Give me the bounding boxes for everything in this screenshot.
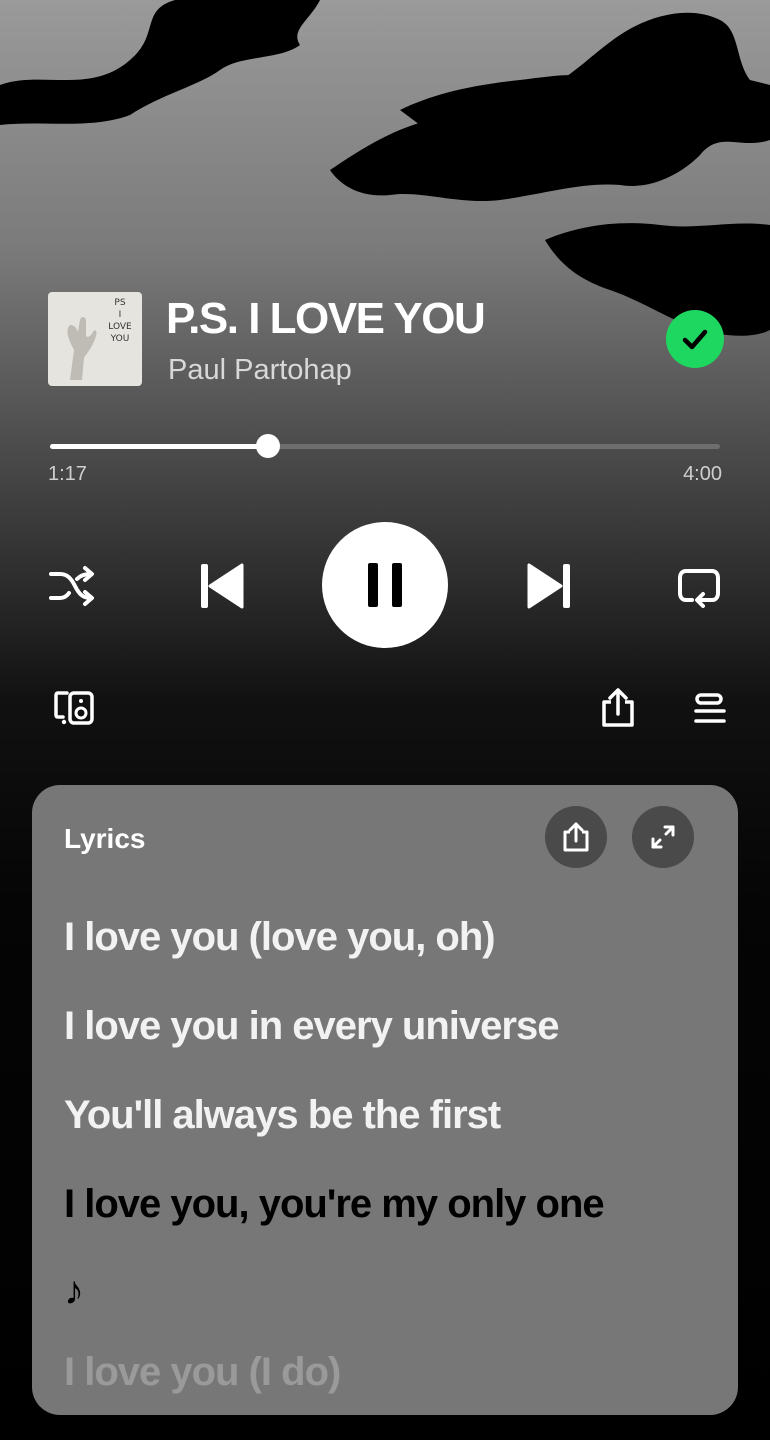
progress-fill [50,444,268,449]
next-button[interactable] [525,560,575,612]
previous-icon [201,563,244,609]
next-icon [527,563,570,609]
connect-device-icon [54,691,94,725]
total-time: 4:00 [683,463,722,485]
share-button[interactable] [597,686,639,730]
artist-name[interactable]: Paul Partohap [168,354,352,387]
pause-button[interactable] [322,522,448,648]
repeat-button[interactable] [674,562,724,610]
saved-checkmark-button[interactable] [666,310,724,368]
lyrics-card[interactable]: Lyrics I love you (love you, oh) I love … [32,785,738,1415]
expand-icon [651,825,675,849]
lyric-line[interactable]: I love you (I do) [64,1350,341,1395]
cover-text: PS I LOVE YOU [108,298,132,344]
lyrics-expand-button[interactable] [632,806,694,868]
now-playing-row: PS I LOVE YOU P.S. I LOVE YOU Paul Parto… [48,292,728,388]
queue-button[interactable] [690,690,730,728]
lyric-line-current[interactable]: I love you, you're my only one [64,1182,605,1227]
lyrics-heading: Lyrics [64,823,146,854]
lyric-line[interactable]: You'll always be the first [64,1093,501,1138]
track-title[interactable]: P.S. I LOVE YOU [166,294,486,344]
shuffle-icon [49,566,94,606]
lyrics-share-button[interactable] [545,806,607,868]
elapsed-time: 1:17 [48,463,87,485]
connect-device-button[interactable] [52,688,96,728]
lyric-music-note: ♪ [64,1269,84,1313]
shuffle-button[interactable] [46,562,98,610]
previous-button[interactable] [196,560,246,612]
progress-bar[interactable] [50,434,720,458]
share-icon [563,822,589,852]
checkmark-icon [682,329,708,350]
share-icon [602,688,634,727]
repeat-icon [678,569,720,608]
pause-icon [368,563,402,607]
album-cover[interactable]: PS I LOVE YOU [48,292,142,386]
lyric-line[interactable]: I love you (love you, oh) [64,915,496,960]
queue-icon [694,693,726,723]
progress-handle[interactable] [255,434,280,458]
lyric-line[interactable]: I love you in every universe [64,1004,559,1049]
